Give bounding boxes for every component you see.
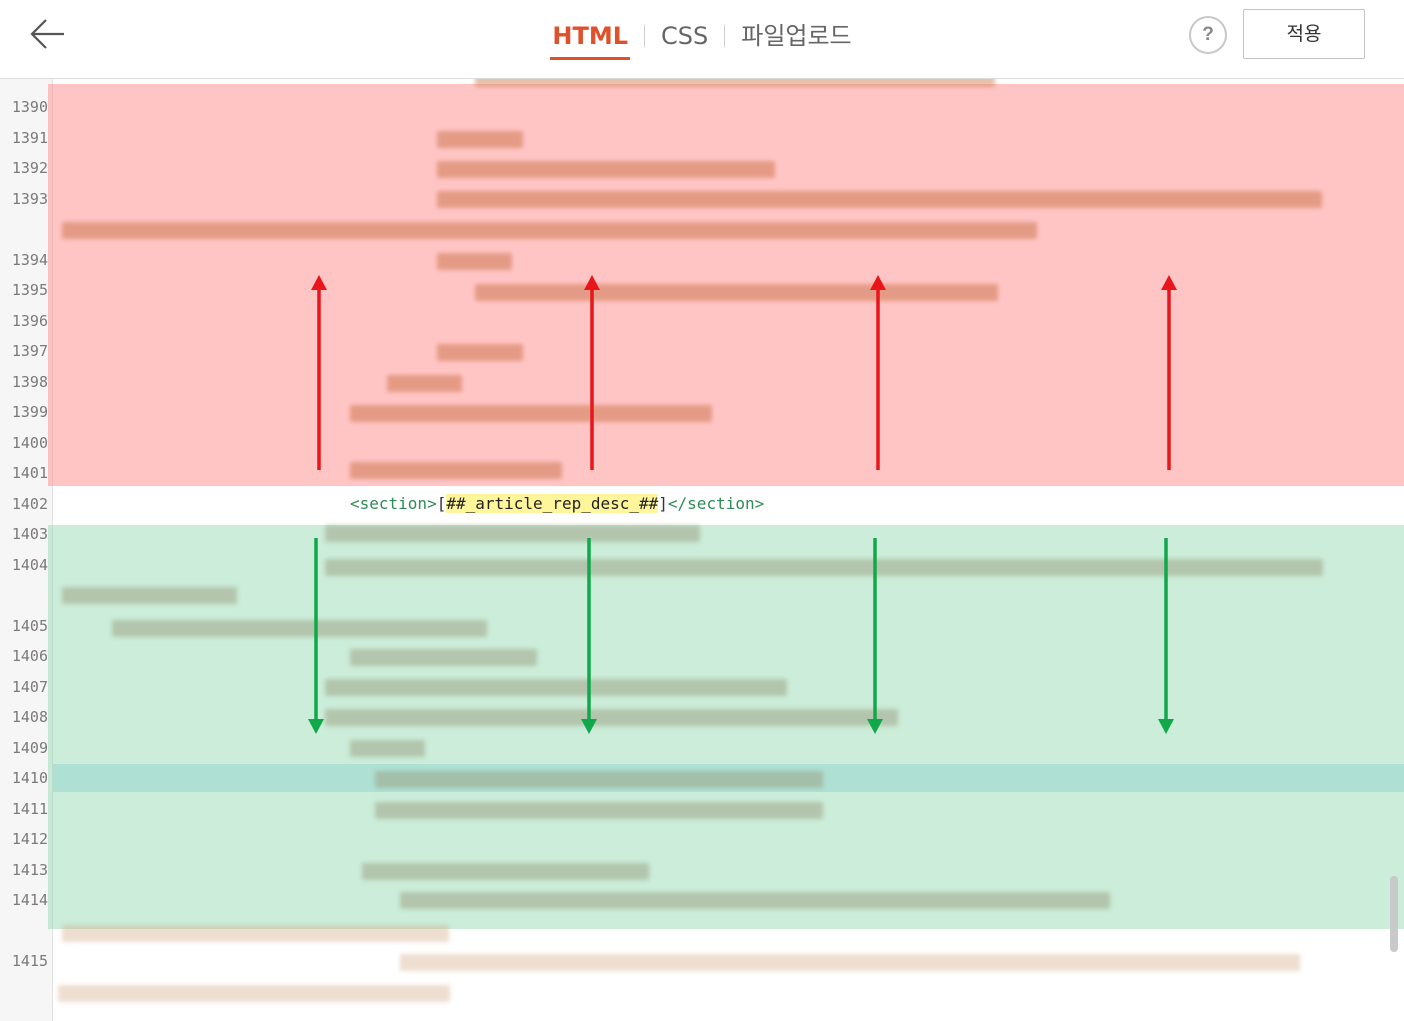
line-number: 1412 bbox=[11, 830, 48, 848]
blurred-code bbox=[325, 679, 787, 696]
code-close-bracket: ] bbox=[658, 494, 668, 513]
help-button[interactable]: ? bbox=[1189, 16, 1227, 54]
tab-file-upload[interactable]: 파일업로드 bbox=[739, 22, 853, 54]
line-number: 1415 bbox=[11, 952, 48, 970]
arrow-left-icon bbox=[30, 19, 64, 49]
blurred-code bbox=[112, 620, 487, 637]
line-number: 1406 bbox=[11, 647, 48, 665]
code-line-section: <section>[##_article_rep_desc_##]</secti… bbox=[350, 494, 764, 513]
code-open-bracket: [ bbox=[436, 494, 447, 513]
line-number: 1393 bbox=[11, 190, 48, 208]
blurred-code bbox=[325, 709, 898, 726]
tab-divider bbox=[724, 25, 726, 47]
blurred-code bbox=[437, 191, 1322, 208]
blurred-code bbox=[375, 802, 823, 819]
line-number: 1413 bbox=[11, 861, 48, 879]
line-number: 1390 bbox=[11, 98, 48, 116]
line-number: 1404 bbox=[11, 556, 48, 574]
line-number: 1407 bbox=[11, 678, 48, 696]
highlight-region-below bbox=[48, 525, 1404, 929]
blurred-code bbox=[387, 375, 462, 392]
blurred-code bbox=[437, 253, 512, 270]
blurred-code bbox=[350, 405, 712, 422]
blurred-code bbox=[437, 131, 523, 148]
line-number: 1408 bbox=[11, 708, 48, 726]
code-editor[interactable]: 1390 1391 1392 1393 1394 1395 1396 1397 … bbox=[0, 79, 1404, 1021]
tab-css[interactable]: CSS bbox=[659, 22, 710, 54]
line-number: 1391 bbox=[11, 129, 48, 147]
line-number: 1414 bbox=[11, 891, 48, 909]
blurred-code bbox=[325, 525, 700, 542]
line-number: 1392 bbox=[11, 159, 48, 177]
line-number: 1403 bbox=[11, 525, 48, 543]
code-template-variable: ##_article_rep_desc_## bbox=[446, 494, 659, 513]
blurred-code bbox=[475, 284, 998, 301]
line-number: 1396 bbox=[11, 312, 48, 330]
blurred-code bbox=[350, 462, 562, 479]
line-number-gutter: 1390 1391 1392 1393 1394 1395 1396 1397 … bbox=[0, 79, 53, 1021]
line-number: 1401 bbox=[11, 464, 48, 482]
line-number: 1402 bbox=[11, 495, 48, 513]
blurred-code bbox=[437, 344, 523, 361]
apply-button[interactable]: 적용 bbox=[1243, 9, 1365, 59]
line-number: 1395 bbox=[11, 281, 48, 299]
vertical-scrollbar[interactable] bbox=[1390, 876, 1398, 952]
code-open-tag: <section> bbox=[350, 494, 437, 513]
line-number: 1411 bbox=[11, 800, 48, 818]
line-number: 1397 bbox=[11, 342, 48, 360]
blurred-code bbox=[400, 892, 1110, 909]
blurred-code bbox=[362, 863, 649, 880]
blurred-code bbox=[58, 985, 450, 1002]
tab-divider bbox=[644, 25, 645, 47]
line-number: 1398 bbox=[11, 373, 48, 391]
line-number: 1394 bbox=[11, 251, 48, 269]
line-number: 1400 bbox=[11, 434, 48, 452]
blurred-code bbox=[325, 559, 1323, 576]
blurred-code bbox=[62, 222, 1037, 239]
line-number: 1405 bbox=[11, 617, 48, 635]
blurred-code bbox=[62, 587, 237, 604]
blurred-code bbox=[350, 649, 537, 666]
blurred-code bbox=[62, 925, 449, 942]
blurred-code bbox=[475, 79, 995, 87]
blurred-code bbox=[350, 740, 425, 757]
code-close-tag: </section> bbox=[667, 494, 765, 513]
blurred-code bbox=[400, 954, 1300, 971]
line-number: 1399 bbox=[11, 403, 48, 421]
blurred-code bbox=[375, 771, 823, 788]
blurred-code bbox=[437, 161, 775, 178]
tab-html[interactable]: HTML bbox=[550, 22, 630, 60]
line-number: 1409 bbox=[11, 739, 48, 757]
editor-toolbar: HTML CSS 파일업로드 ? 적용 bbox=[0, 0, 1404, 79]
line-number: 1410 bbox=[11, 769, 48, 787]
back-button[interactable] bbox=[28, 16, 68, 52]
